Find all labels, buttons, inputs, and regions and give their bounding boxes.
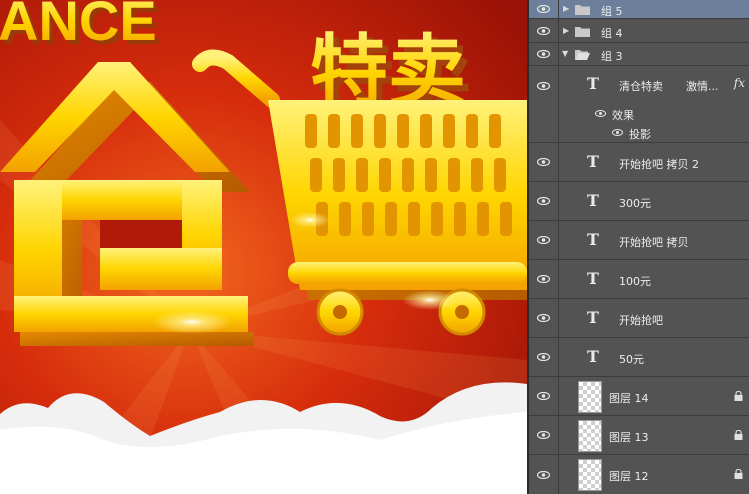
expand-triangle-icon[interactable]: ▶	[563, 4, 569, 13]
layer-name: 图层 13	[609, 431, 649, 444]
visibility-toggle[interactable]	[529, 143, 559, 181]
eye-icon	[537, 82, 550, 90]
layer-name: 开始抢吧 拷贝	[619, 236, 689, 249]
layer-row-pixel[interactable]: 图层 14	[529, 377, 749, 416]
layer-name: 组 5	[601, 5, 623, 18]
layer-name: 100元	[619, 275, 651, 288]
folder-open-icon	[575, 50, 590, 60]
text-layer-icon: T	[587, 230, 599, 249]
top-banner-text: ANCE	[0, 0, 157, 52]
layer-name: 组 3	[601, 50, 623, 63]
poster-artwork: ANCE ANCE 特卖 特卖	[0, 0, 527, 494]
layer-row-text[interactable]: T 开始抢吧 拷贝	[529, 221, 749, 260]
fx-effects-icon[interactable]: fx	[734, 76, 745, 90]
layer-row-pixel[interactable]: 图层 12	[529, 455, 749, 494]
layer-thumbnail	[578, 420, 602, 452]
layer-name: 开始抢吧 拷贝 2	[619, 158, 699, 171]
layer-row-pixel[interactable]: 图层 13	[529, 416, 749, 455]
visibility-toggle[interactable]	[529, 66, 559, 106]
layer-name: 开始抢吧	[619, 314, 663, 327]
eye-icon	[537, 5, 550, 13]
eye-icon	[537, 275, 550, 283]
text-layer-icon: T	[587, 74, 599, 93]
layer-name: 图层 14	[609, 392, 649, 405]
layer-effects-row[interactable]: 效果	[529, 104, 749, 123]
layer-thumbnail	[578, 459, 602, 491]
eye-icon	[537, 26, 550, 35]
visibility-toggle[interactable]	[529, 182, 559, 220]
eye-icon[interactable]	[595, 110, 606, 117]
layer-row-text[interactable]: T 300元	[529, 182, 749, 221]
visibility-toggle[interactable]	[529, 43, 559, 65]
eye-icon	[537, 431, 550, 439]
text-layer-icon: T	[587, 269, 599, 288]
drop-shadow-effect-row[interactable]: 投影	[529, 123, 749, 142]
lock-icon	[734, 469, 743, 479]
layer-name: 图层 12	[609, 470, 649, 483]
layer-row-group-5[interactable]: ▶ 组 5	[529, 0, 749, 19]
layer-name: 50元	[619, 353, 644, 366]
glow-spark	[290, 212, 330, 228]
visibility-toggle[interactable]	[529, 299, 559, 337]
lock-icon	[734, 430, 743, 440]
eye-icon[interactable]	[612, 129, 623, 136]
visibility-toggle[interactable]	[529, 260, 559, 298]
eye-icon	[537, 392, 550, 400]
visibility-toggle[interactable]	[529, 221, 559, 259]
layer-row-text[interactable]: T 100元	[529, 260, 749, 299]
text-layer-icon: T	[587, 347, 599, 366]
layer-name-extra: 激情...	[686, 80, 719, 93]
visibility-toggle[interactable]	[529, 19, 559, 42]
layer-row-group-3[interactable]: ▼ 组 3	[529, 43, 749, 66]
text-layer-icon: T	[587, 308, 599, 327]
layer-name: 清仓特卖	[619, 80, 663, 93]
visibility-toggle[interactable]	[529, 377, 559, 415]
expand-triangle-icon[interactable]: ▶	[563, 26, 569, 35]
text-layer-icon: T	[587, 152, 599, 171]
eye-icon	[537, 353, 550, 361]
eye-icon	[537, 158, 550, 166]
visibility-toggle[interactable]	[529, 455, 559, 494]
layer-row-group-4[interactable]: ▶ 组 4	[529, 19, 749, 43]
lock-icon	[734, 391, 743, 401]
drop-shadow-label: 投影	[629, 128, 651, 141]
folder-icon	[575, 27, 590, 37]
layers-panel: ▶ 组 5 ▶ 组 4 ▼ 组 3 T 清仓特卖 激情... fx 效果 投影 …	[529, 0, 749, 494]
visibility-toggle[interactable]	[529, 338, 559, 376]
collapse-triangle-icon[interactable]: ▼	[562, 49, 568, 58]
layer-row-text-clearance[interactable]: T 清仓特卖 激情... fx 效果 投影	[529, 66, 749, 143]
glow-spark	[152, 310, 232, 334]
layer-thumbnail	[578, 381, 602, 413]
layer-name: 300元	[619, 197, 651, 210]
layer-row-text[interactable]: T 50元	[529, 338, 749, 377]
layer-row-text[interactable]: T 开始抢吧	[529, 299, 749, 338]
layer-row-text[interactable]: T 开始抢吧 拷贝 2	[529, 143, 749, 182]
folder-icon	[575, 5, 590, 15]
layer-name: 组 4	[601, 27, 623, 40]
text-layer-icon: T	[587, 191, 599, 210]
eye-icon	[537, 50, 550, 58]
effects-label: 效果	[612, 109, 634, 122]
eye-icon	[537, 236, 550, 244]
eye-icon	[537, 470, 550, 479]
glow-spark	[402, 290, 458, 310]
visibility-toggle[interactable]	[529, 416, 559, 454]
eye-icon	[537, 197, 550, 205]
visibility-toggle[interactable]	[529, 0, 559, 18]
document-canvas[interactable]: ANCE ANCE 特卖 特卖	[0, 0, 527, 494]
eye-icon	[537, 314, 550, 322]
